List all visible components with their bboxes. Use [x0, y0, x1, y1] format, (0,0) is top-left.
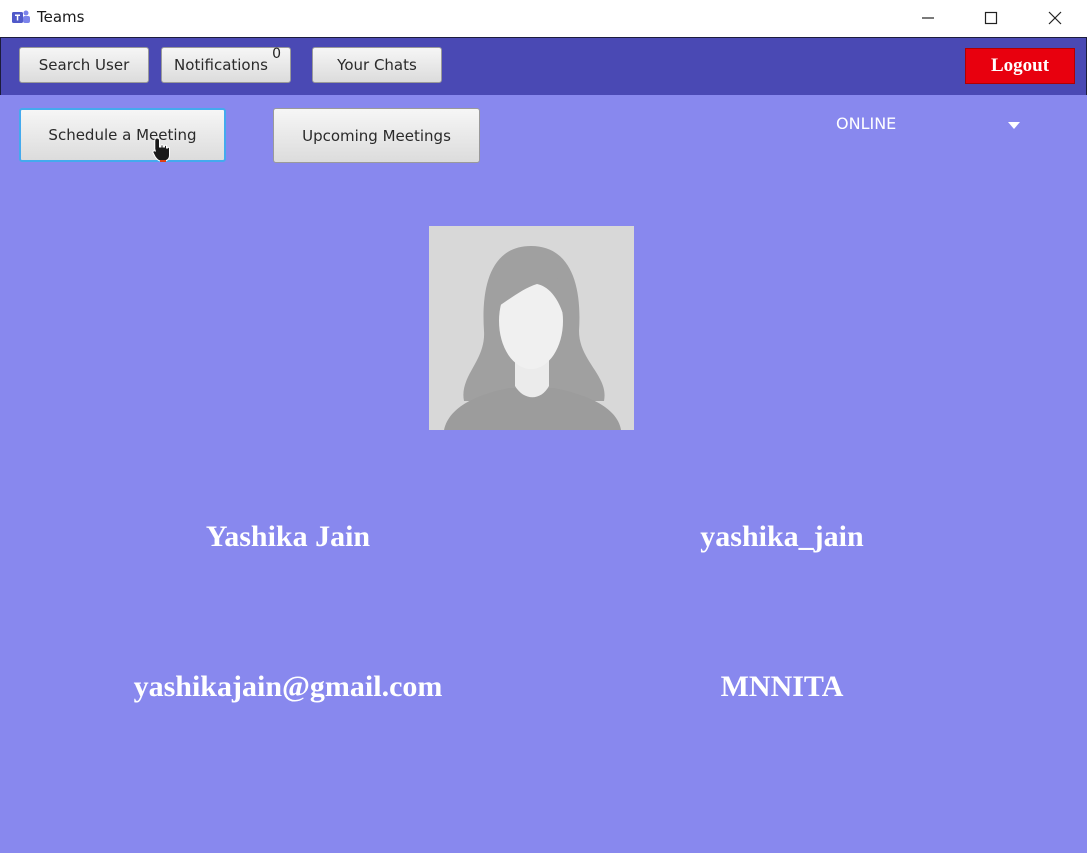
hand-cursor-icon — [152, 137, 170, 162]
minimize-icon — [922, 17, 934, 19]
status-selected-value: ONLINE — [836, 114, 897, 133]
logout-button[interactable]: Logout — [965, 48, 1075, 84]
upcoming-meetings-label: Upcoming Meetings — [302, 126, 451, 145]
window-title: Teams — [37, 8, 85, 26]
teams-app-icon — [12, 10, 30, 23]
maximize-button[interactable] — [961, 0, 1021, 36]
maximize-icon — [984, 11, 998, 25]
search-user-label: Search User — [38, 56, 130, 74]
schedule-meeting-button[interactable]: Schedule a Meeting — [19, 108, 226, 162]
logout-label: Logout — [990, 55, 1050, 76]
notifications-label: Notifications — [174, 56, 268, 74]
profile-username: yashika_jain — [700, 520, 864, 553]
chevron-down-icon — [1008, 122, 1020, 129]
schedule-meeting-label: Schedule a Meeting — [48, 126, 197, 144]
your-chats-label: Your Chats — [337, 56, 417, 74]
top-toolbar: Search User Notifications 0 Your Chats L… — [0, 37, 1087, 96]
profile-organization: MNNITA — [720, 670, 844, 703]
profile-full-name: Yashika Jain — [205, 520, 371, 553]
upcoming-meetings-button[interactable]: Upcoming Meetings — [273, 108, 480, 163]
status-dropdown[interactable]: ONLINE — [836, 114, 1026, 138]
minimize-button[interactable] — [898, 0, 958, 36]
search-user-button[interactable]: Search User — [19, 47, 149, 83]
notifications-count-badge: 0 — [272, 46, 281, 62]
profile-avatar — [429, 226, 634, 430]
window-titlebar: Teams — [0, 0, 1087, 36]
profile-email: yashikajain@gmail.com — [133, 670, 443, 703]
your-chats-button[interactable]: Your Chats — [312, 47, 442, 83]
close-button[interactable] — [1025, 0, 1085, 36]
default-female-avatar — [429, 226, 634, 430]
close-icon — [1048, 11, 1062, 25]
profile-panel: Schedule a Meeting Upcoming Meetings ONL… — [0, 95, 1087, 853]
notifications-button[interactable]: Notifications 0 — [161, 46, 291, 83]
